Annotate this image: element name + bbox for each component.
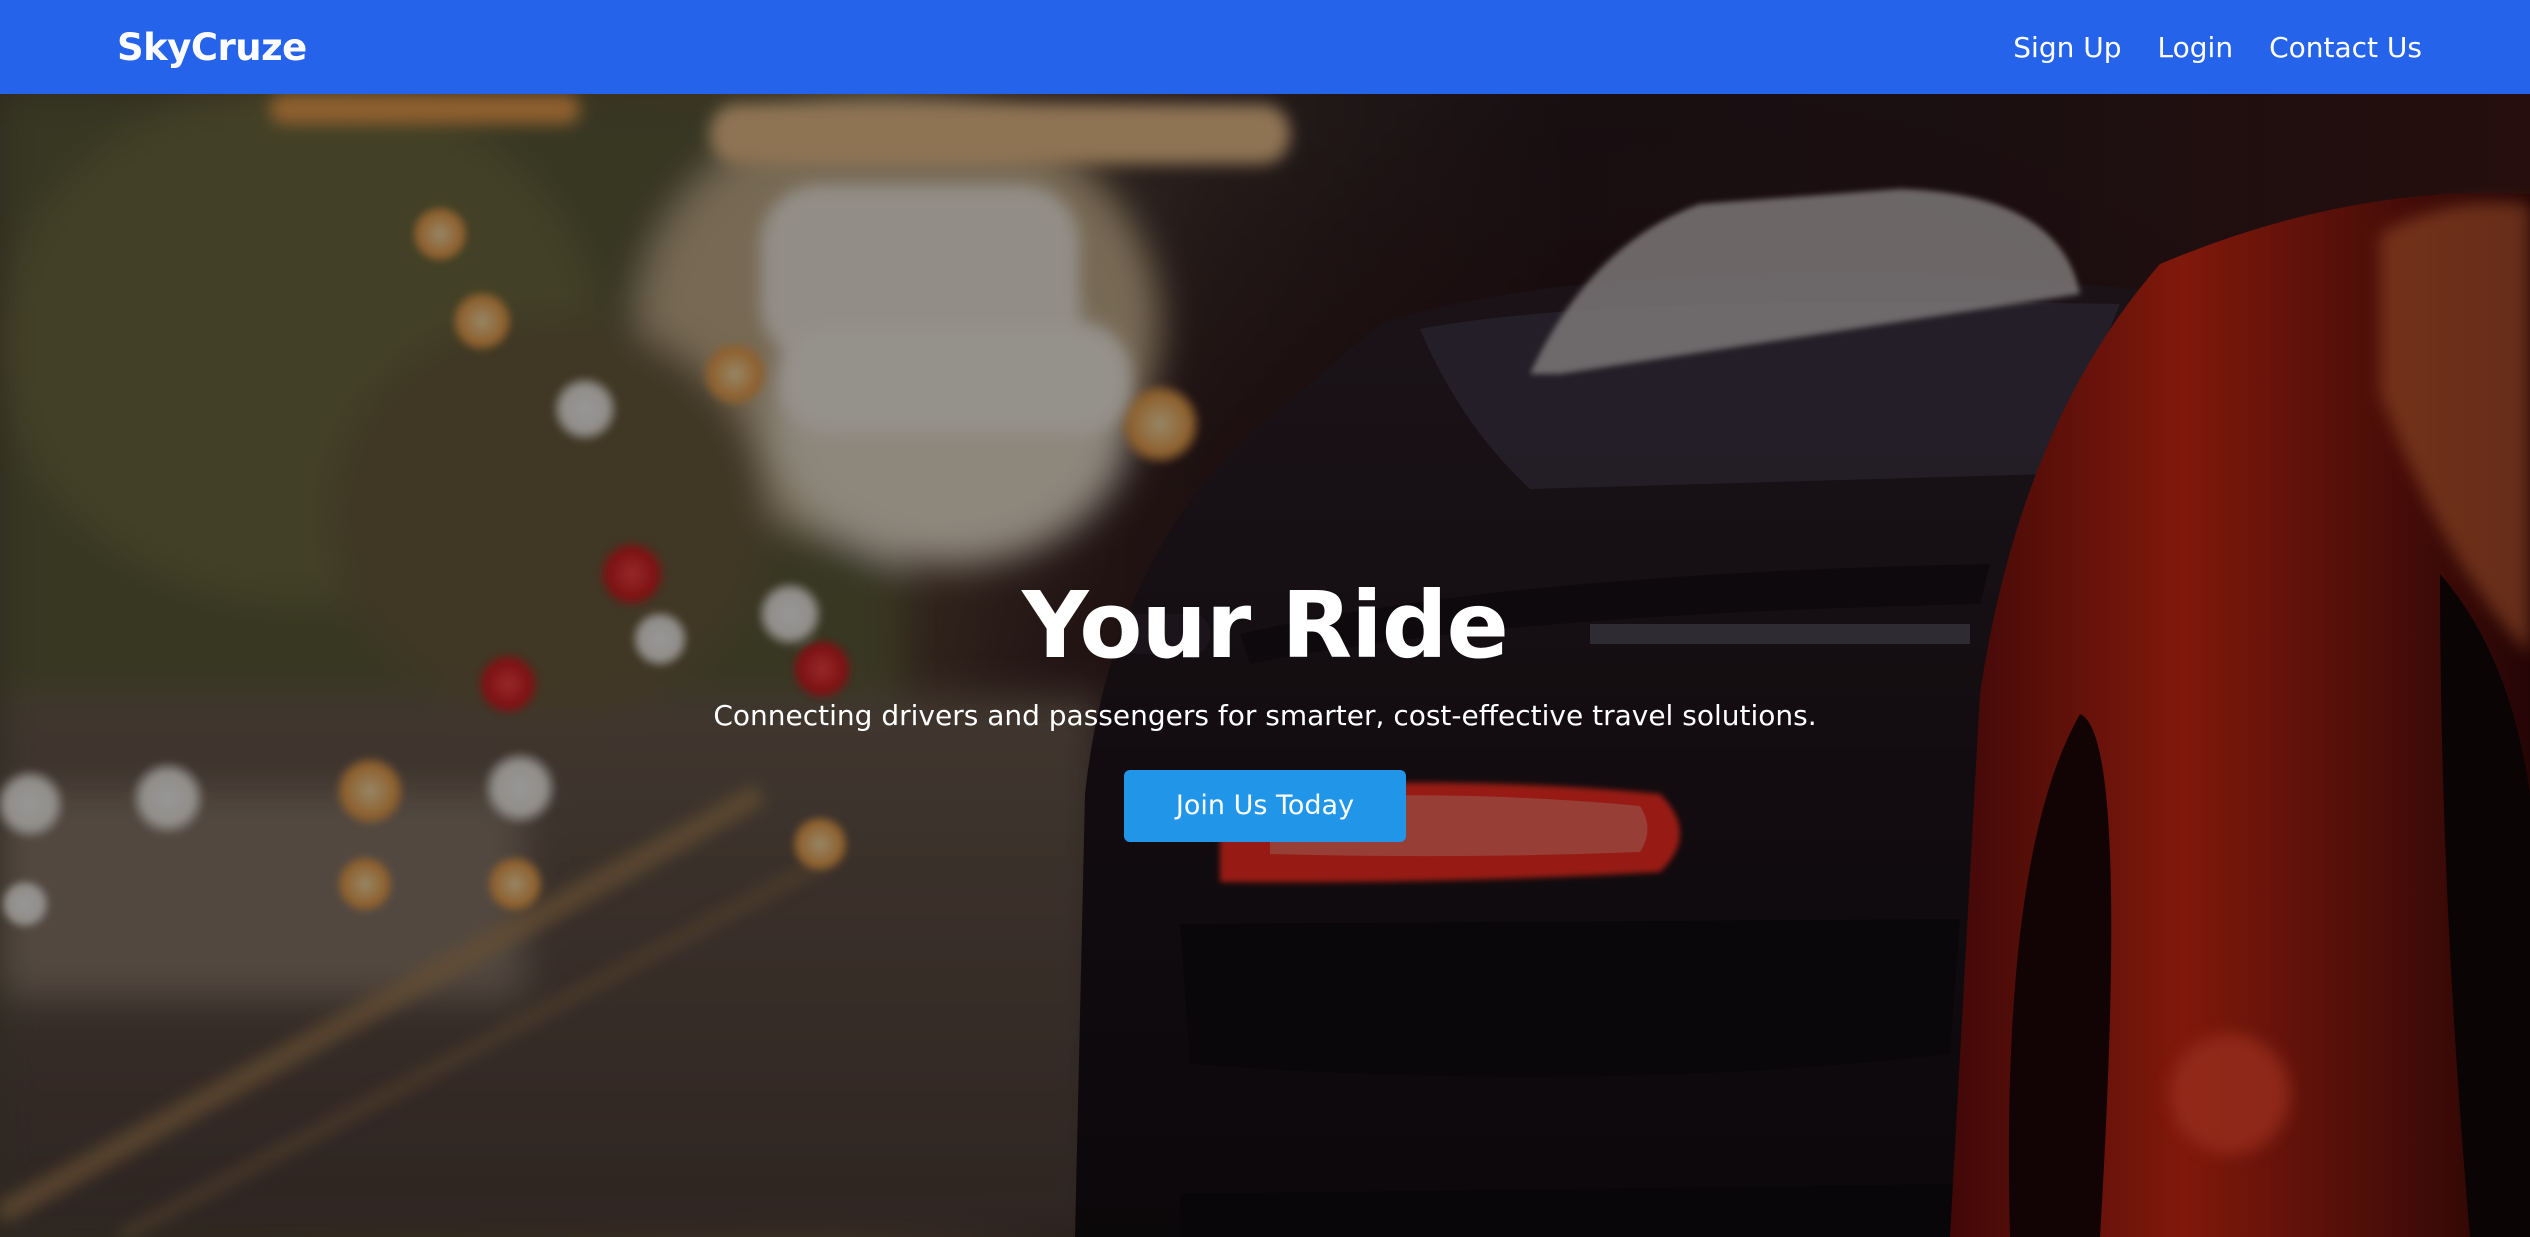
hero-title: Your Ride — [1022, 572, 1509, 679]
nav-link-login[interactable]: Login — [2158, 31, 2234, 64]
hero-content: Your Ride Connecting drivers and passeng… — [0, 94, 2530, 1237]
hero-subtitle: Connecting drivers and passengers for sm… — [713, 698, 1817, 732]
hero-section: Your Ride Connecting drivers and passeng… — [0, 94, 2530, 1237]
top-navbar: SkyCruze Sign Up Login Contact Us — [0, 0, 2530, 94]
join-us-button[interactable]: Join Us Today — [1124, 769, 1406, 842]
nav-link-contact-us[interactable]: Contact Us — [2269, 31, 2422, 64]
nav-links: Sign Up Login Contact Us — [2013, 31, 2422, 64]
brand-logo[interactable]: SkyCruze — [117, 26, 307, 69]
nav-link-sign-up[interactable]: Sign Up — [2013, 31, 2121, 64]
